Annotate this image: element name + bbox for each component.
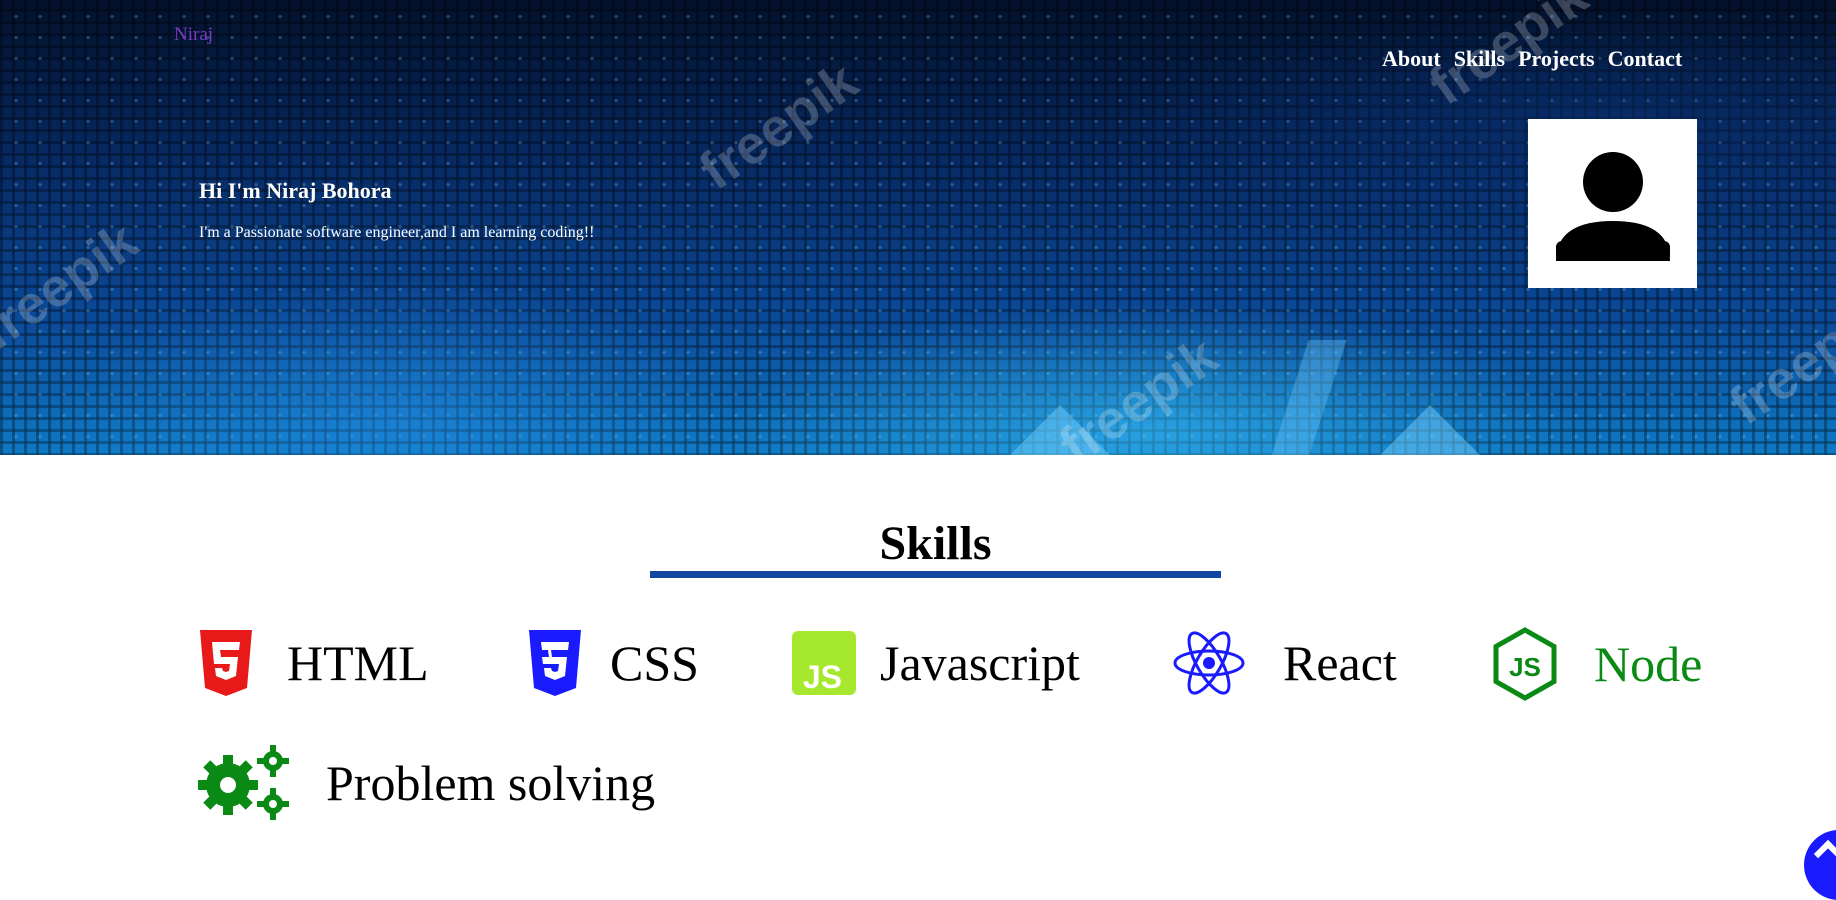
javascript-icon: JS	[792, 630, 856, 696]
profile-avatar	[1528, 119, 1697, 288]
react-icon	[1172, 630, 1246, 696]
skill-label: Node	[1594, 636, 1703, 692]
svg-text:JS: JS	[1509, 652, 1541, 682]
main-nav: About Skills Projects Contact	[1382, 46, 1682, 72]
scroll-to-top-button[interactable]	[1804, 830, 1836, 900]
chevron-up-icon	[1813, 839, 1836, 869]
skill-node: JS Node	[1492, 627, 1702, 701]
skill-label: Javascript	[880, 635, 1080, 691]
skills-heading: Skills	[879, 517, 992, 570]
css3-icon	[527, 630, 583, 696]
skill-javascript: JS Javascript	[792, 630, 1080, 696]
skill-css: CSS	[527, 630, 699, 696]
skill-react: React	[1172, 630, 1397, 696]
svg-text:JS: JS	[803, 659, 842, 695]
user-avatar-icon	[1556, 152, 1670, 261]
skill-label: HTML	[287, 635, 429, 691]
hero-subtitle: I'm a Passionate software engineer,and I…	[199, 224, 595, 241]
skill-label: React	[1283, 635, 1397, 691]
html5-icon	[198, 630, 254, 696]
nav-contact[interactable]: Contact	[1608, 46, 1683, 72]
skill-html: HTML	[198, 630, 429, 696]
nodejs-icon: JS	[1492, 627, 1558, 701]
skill-label: CSS	[610, 635, 699, 691]
skill-label: Problem solving	[326, 755, 656, 811]
skill-problem-solving: Problem solving	[198, 745, 655, 821]
nav-projects[interactable]: Projects	[1518, 46, 1595, 72]
hero-banner: freepik freepik freepik freepik freepik …	[0, 0, 1836, 455]
hero-title: Hi I'm Niraj Bohora	[199, 178, 392, 203]
skills-underline	[650, 571, 1221, 578]
nav-about[interactable]: About	[1382, 46, 1441, 72]
nav-skills[interactable]: Skills	[1454, 46, 1505, 72]
gears-icon	[198, 745, 290, 821]
brand-logo[interactable]: Niraj	[174, 24, 213, 46]
